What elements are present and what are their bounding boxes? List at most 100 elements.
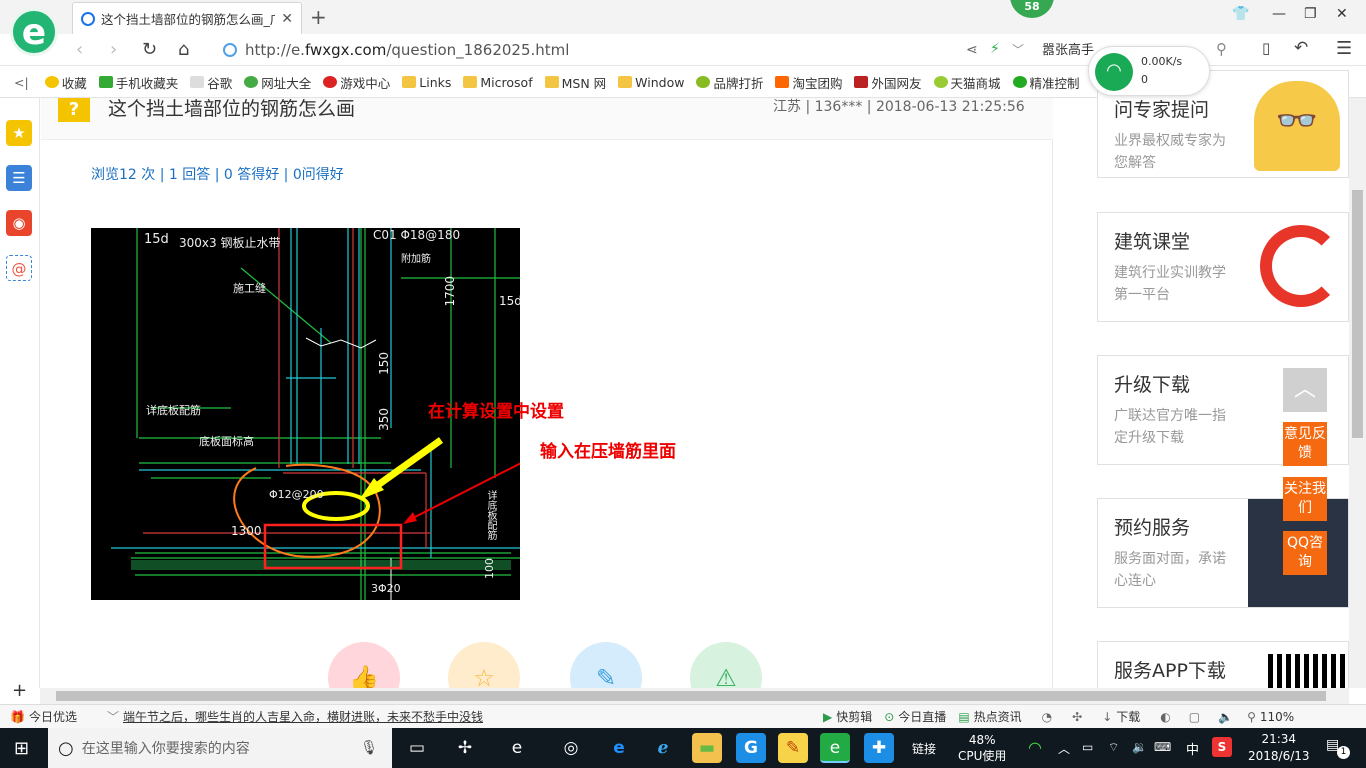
refresh-icon[interactable]: ↻ <box>142 39 157 60</box>
share-icon[interactable]: ⋖ <box>966 42 978 58</box>
bookmark-precise[interactable]: 精准控制 <box>1012 73 1080 92</box>
window-icon[interactable]: ▢ <box>1189 710 1200 724</box>
download-link[interactable]: 下载 <box>1116 708 1140 725</box>
search-icon[interactable]: ⚲ <box>1216 40 1227 58</box>
weibo-icon[interactable]: ◉ <box>6 210 32 236</box>
panel-classroom[interactable]: 建筑课堂 建筑行业实训教学第一平台 <box>1097 212 1349 322</box>
browser-app-icon[interactable]: ◎ <box>556 733 586 763</box>
hot-news-link[interactable]: 热点资讯 <box>974 708 1022 725</box>
chevron-down-icon[interactable]: ﹀ <box>107 708 119 725</box>
network-widget[interactable]: ◠ 0.00K/s 0 <box>1088 46 1210 96</box>
taskbar-search-input[interactable]: ○ 在这里输入你要搜索的内容 🎙 <box>48 728 392 768</box>
favorites-star-icon[interactable]: ★ <box>6 120 32 146</box>
cad-label: 150 <box>377 352 391 375</box>
teamviewer-icon[interactable]: ✚ <box>864 733 894 763</box>
network-tray-icon[interactable]: ⌔ <box>1108 740 1119 755</box>
home-icon[interactable]: ⌂ <box>178 39 189 60</box>
notes-app-icon[interactable]: ✎ <box>778 733 808 763</box>
browser-logo-icon[interactable]: e <box>10 8 58 56</box>
fan-app-icon[interactable]: ✢ <box>450 733 480 763</box>
bookmark-taobao[interactable]: 淘宝团购 <box>775 73 842 92</box>
bookmark-hao123[interactable]: 网址大全 <box>244 73 311 92</box>
qq-consult-button[interactable]: QQ咨询 <box>1283 531 1327 575</box>
speaker-icon[interactable]: 🔈 <box>1218 710 1233 724</box>
bookmark-label: 收藏 <box>61 75 87 91</box>
scroll-thumb[interactable] <box>56 691 1326 701</box>
quick-clip-link[interactable]: 快剪辑 <box>836 708 872 725</box>
question-title: 这个挡土墙部位的钢筋怎么画 <box>108 98 356 120</box>
bookmark-games[interactable]: 游戏中心 <box>323 73 390 92</box>
sidebar-add-icon[interactable]: + <box>12 680 27 701</box>
microphone-icon[interactable]: 🎙 <box>360 740 378 756</box>
keyboard-icon[interactable]: ⌨ <box>1154 740 1171 754</box>
task-view-icon[interactable]: ▭ <box>402 733 432 763</box>
chevron-down-icon[interactable]: ﹀ <box>1012 41 1024 58</box>
new-tab-button[interactable]: + <box>310 5 327 29</box>
news-headline[interactable]: 端午节之后，哪些生肖的人吉星入命，横财进账，未来不愁手中没钱 <box>123 708 823 725</box>
news-label[interactable]: 今日优选 <box>29 708 77 725</box>
cad-label: 1700 <box>443 276 457 307</box>
clock[interactable]: 21:34 2018/6/13 <box>1248 731 1310 765</box>
bookmark-links[interactable]: Links <box>402 75 451 90</box>
sogou-ime-icon[interactable]: S <box>1212 737 1232 757</box>
restore-button[interactable]: ❐ <box>1304 6 1317 22</box>
undo-icon[interactable]: ↶ <box>1294 38 1308 58</box>
zoom-level[interactable]: 110% <box>1260 710 1294 724</box>
shirt-skin-icon[interactable]: 👕 <box>1232 6 1249 22</box>
bookmark-favorites[interactable]: 收藏 <box>44 73 87 92</box>
glodon-app-icon[interactable]: G <box>736 733 766 763</box>
cad-label: 1300 <box>231 524 262 538</box>
menu-icon[interactable]: ☰ <box>1336 38 1352 59</box>
close-window-button[interactable]: ✕ <box>1336 6 1348 22</box>
bookmark-label: Links <box>419 74 452 90</box>
speed-icon[interactable]: ◔ <box>1042 710 1052 724</box>
tab-active[interactable]: 这个挡土墙部位的钢筋怎么画_广 ✕ <box>72 2 302 34</box>
battery-icon[interactable]: ▭ <box>1082 740 1093 754</box>
forward-icon[interactable]: › <box>110 39 117 60</box>
bookmark-tmall[interactable]: 天猫商城 <box>933 73 1001 92</box>
reading-list-icon[interactable]: ☰ <box>6 165 32 191</box>
mobile-icon[interactable]: ▯ <box>1262 39 1270 57</box>
bookmark-windows[interactable]: Window <box>618 75 684 90</box>
bookmark-brand-sale[interactable]: 品牌打折 <box>696 73 763 92</box>
wifi-tray-icon[interactable]: ◠ <box>1028 738 1042 757</box>
cad-label: 详底板配筋 <box>146 404 201 417</box>
cad-label: 详底板配筋 <box>485 490 496 540</box>
chevron-up-icon[interactable]: ︿ <box>1058 740 1070 757</box>
clean-icon[interactable]: ◐ <box>1160 710 1170 724</box>
bookmark-label: MSN 网 <box>561 75 607 91</box>
vertical-scrollbar[interactable] <box>1349 98 1366 688</box>
ie-icon[interactable]: ℯ <box>648 733 678 763</box>
bookmark-google[interactable]: 谷歌 <box>190 73 232 92</box>
follow-us-button[interactable]: 关注我们 <box>1283 477 1327 521</box>
back-to-top-button[interactable]: ︿ <box>1283 368 1327 412</box>
address-field[interactable]: http://e. fwxgx.com/question_1862025.html <box>222 37 1042 63</box>
windows-start-icon[interactable]: ⊞ <box>14 738 29 759</box>
sidebar-toggle-icon[interactable]: <| <box>14 75 29 90</box>
tab-favicon-icon <box>81 11 95 26</box>
search-input[interactable]: 嚣张高手 <box>1042 39 1094 58</box>
email-icon[interactable]: @ <box>6 255 32 281</box>
volume-icon[interactable]: 🔉 <box>1132 740 1147 754</box>
tab-close-icon[interactable]: ✕ <box>281 11 293 27</box>
question-stats[interactable]: 浏览12 次 | 1 回答 | 0 答得好 | 0问得好 <box>91 164 344 184</box>
edge-icon[interactable]: e <box>604 733 634 763</box>
bookmark-foreign[interactable]: 外国网友 <box>854 73 922 92</box>
bookmark-mobile[interactable]: 手机收藏夹 <box>98 73 178 92</box>
cpu-usage: 48% CPU使用 <box>958 732 1006 764</box>
minimize-button[interactable]: — <box>1272 6 1286 22</box>
file-explorer-icon[interactable]: ▬ <box>692 733 722 763</box>
live-link[interactable]: 今日直播 <box>898 708 946 725</box>
feedback-button[interactable]: 意见反馈 <box>1283 422 1327 466</box>
back-icon[interactable]: ‹ <box>76 39 83 60</box>
lightning-icon[interactable]: ⚡ <box>990 41 1000 57</box>
active-browser-icon[interactable]: e <box>820 733 850 763</box>
scroll-thumb[interactable] <box>1352 190 1363 438</box>
ime-indicator[interactable]: 中 <box>1186 739 1199 758</box>
bookmark-microsoft[interactable]: Microsof <box>463 75 533 90</box>
ie-e-icon[interactable]: e <box>502 733 532 763</box>
bookmark-msn[interactable]: MSN 网 <box>544 73 607 92</box>
horizontal-scrollbar[interactable] <box>40 688 1349 704</box>
tools-icon[interactable]: ✣ <box>1072 710 1082 724</box>
link-toolbar-label[interactable]: 链接 <box>912 740 936 757</box>
